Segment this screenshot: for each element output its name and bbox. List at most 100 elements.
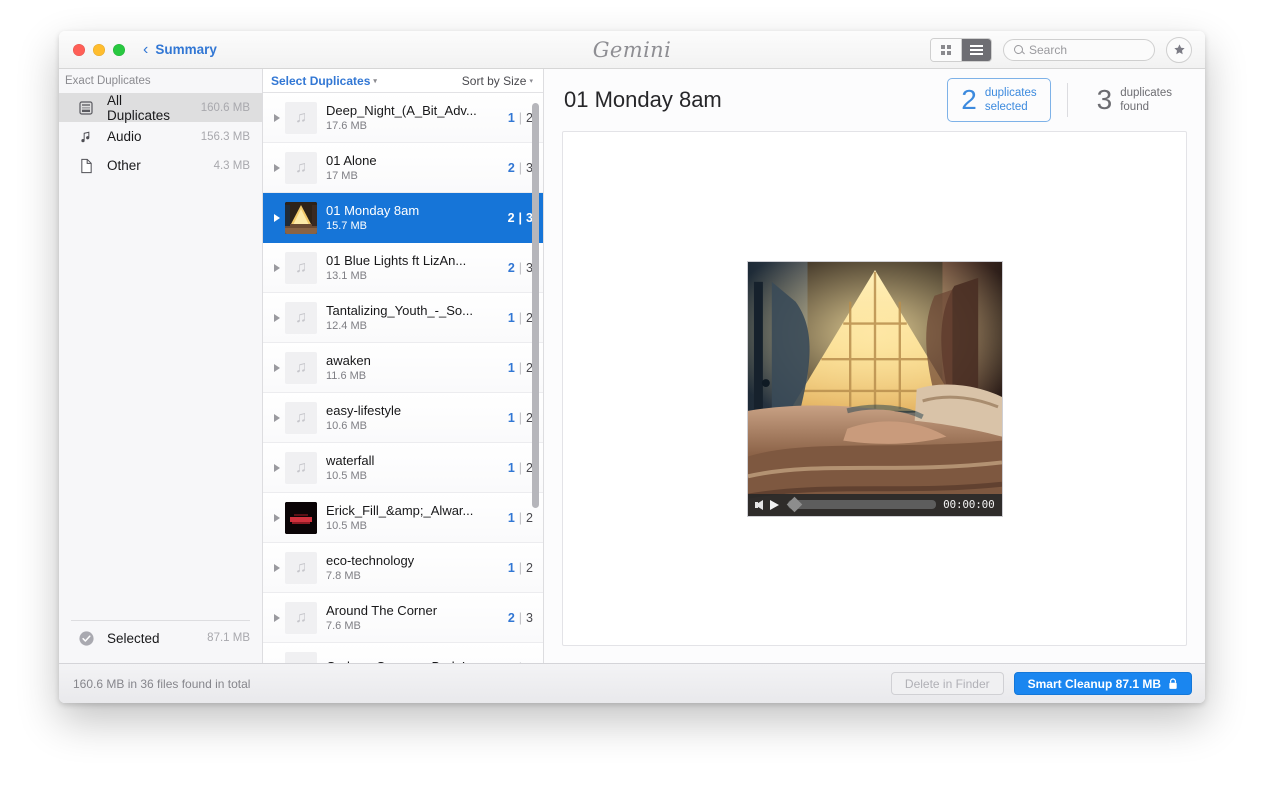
sort-label: Sort by Size (461, 73, 527, 88)
music-note-icon: ♫ (295, 358, 307, 376)
list-item[interactable]: 01 Monday 8am 15.7 MB 2 | 3 (263, 193, 543, 243)
disclosure-triangle-icon[interactable] (269, 313, 285, 322)
sidebar-item-label: Other (107, 158, 141, 173)
list-item[interactable]: ♫ awaken 11.6 MB 1 | 2 (263, 343, 543, 393)
list-header: Select Duplicates ▾ Sort by Size ▾ (263, 69, 543, 93)
chip-line-1: duplicates (1120, 86, 1172, 99)
file-thumbnail: ♫ (285, 301, 317, 334)
duplicate-counts: 2 | 3 (508, 611, 533, 625)
favorites-button[interactable] (1166, 36, 1192, 63)
grid-view-button[interactable] (931, 38, 961, 61)
file-name: easy-lifestyle (326, 403, 402, 418)
minimize-window-button[interactable] (93, 43, 105, 56)
maximize-window-button[interactable] (113, 43, 125, 56)
file-name: 01 Alone (326, 153, 377, 168)
file-name: Tantalizing_Youth_-_So... (326, 303, 473, 318)
speaker-mute-icon[interactable] (754, 499, 763, 510)
list-item[interactable]: ♫ Around The Corner 7.6 MB 2 | 3 (263, 593, 543, 643)
music-note-icon: ♫ (295, 608, 307, 626)
chip-divider (1066, 83, 1068, 117)
sidebar-item-selected[interactable]: Selected 87.1 MB (59, 621, 262, 655)
list-item[interactable]: ♫ eco-technology 7.8 MB 1 | 2 (263, 543, 543, 593)
file-name: waterfall (326, 453, 375, 468)
file-thumbnail: ♫ (285, 151, 317, 184)
disclosure-triangle-icon[interactable] (269, 463, 285, 472)
file-thumbnail: ♫ (285, 351, 317, 384)
list-item[interactable]: ♫ waterfall 10.5 MB 1 | 2 (263, 443, 543, 493)
total-count: 3 (526, 610, 533, 625)
duplicates-selected-label: duplicates selected (985, 86, 1037, 115)
list-item[interactable]: ♫ Deep_Night_(A_Bit_Adv... 17.6 MB 1 | 2 (263, 93, 543, 143)
check-circle-icon (77, 629, 95, 647)
sidebar-item-other[interactable]: Other 4.3 MB (59, 151, 262, 180)
disclosure-triangle-icon[interactable] (269, 413, 285, 422)
duplicates-selected-chip[interactable]: 2 duplicates selected (947, 77, 1051, 123)
search-field[interactable] (1003, 38, 1155, 61)
sidebar-item-label: All Duplicates (107, 92, 171, 123)
total-count: 2 (526, 510, 533, 525)
list-item[interactable]: ♫ Tantalizing_Youth_-_So... 12.4 MB 1 | … (263, 293, 543, 343)
disclosure-triangle-icon[interactable] (269, 363, 285, 372)
disclosure-triangle-icon[interactable] (269, 613, 285, 622)
count-separator: | (518, 510, 523, 525)
sort-menu[interactable]: Sort by Size ▾ (462, 74, 533, 88)
list-item[interactable]: ♫ 01 Alone 17 MB 2 | 3 (263, 143, 543, 193)
back-to-summary-button[interactable]: ‹ Summary (143, 41, 217, 58)
file-size: 11.6 MB (326, 370, 367, 382)
selected-count: 2 (507, 160, 515, 175)
list-item[interactable]: ♫ easy-lifestyle 10.6 MB 1 | 2 (263, 393, 543, 443)
list-item[interactable]: Erick_Fill_&amp;_Alwar... 10.5 MB 1 | 2 (263, 493, 543, 543)
close-window-button[interactable] (73, 43, 85, 56)
search-input[interactable] (1029, 42, 1144, 57)
duplicate-counts: 1 | 2 (508, 361, 533, 375)
duplicate-counts: 1 | 2 (508, 661, 533, 664)
disclosure-triangle-icon[interactable] (269, 213, 285, 222)
sidebar-item-size: 160.6 MB (200, 101, 250, 114)
count-separator: | (518, 310, 523, 325)
file-info: Tantalizing_Youth_-_So... 12.4 MB (326, 303, 508, 332)
smart-cleanup-button[interactable]: Smart Cleanup 87.1 MB (1013, 672, 1192, 695)
file-info: Carbon_Casca_-_Bad_L... (326, 659, 508, 663)
sidebar-item-audio[interactable]: Audio 156.3 MB (59, 122, 262, 151)
disclosure-triangle-icon[interactable] (269, 113, 285, 122)
disclosure-triangle-icon[interactable] (269, 263, 285, 272)
disclosure-triangle-icon[interactable] (269, 163, 285, 172)
file-name: 01 Blue Lights ft LizAn... (326, 253, 467, 268)
file-size: 10.5 MB (326, 470, 367, 482)
file-thumbnail: ♫ (285, 651, 317, 663)
list-item[interactable]: ♫ 01 Blue Lights ft LizAn... 13.1 MB 2 |… (263, 243, 543, 293)
music-note-icon: ♫ (295, 558, 307, 576)
select-duplicates-menu[interactable]: Select Duplicates ▾ (271, 74, 377, 88)
duplicates-found-label: duplicates found (1120, 86, 1172, 115)
artwork-bedroom-window (747, 261, 1002, 516)
disclosure-triangle-icon[interactable] (269, 513, 285, 522)
disclosure-triangle-icon[interactable] (269, 563, 285, 572)
file-info: 01 Monday 8am 15.7 MB (326, 203, 508, 232)
document-icon (77, 157, 95, 175)
list-scrollbar[interactable] (532, 103, 539, 508)
sidebar-item-size: 87.1 MB (207, 632, 250, 644)
list-view-button[interactable] (961, 38, 991, 61)
page-title: 01 Monday 8am (564, 87, 722, 112)
search-icon (1014, 45, 1023, 54)
file-thumbnail: ♫ (285, 601, 317, 634)
play-icon[interactable] (769, 499, 779, 510)
artwork-bedroom-thumbnail (285, 201, 317, 234)
file-info: Erick_Fill_&amp;_Alwar... 10.5 MB (326, 503, 508, 532)
duplicate-counts: 1 | 2 (508, 411, 533, 425)
delete-in-finder-button[interactable]: Delete in Finder (890, 672, 1004, 695)
list-item[interactable]: ♫ Carbon_Casca_-_Bad_L... 1 | 2 (263, 643, 543, 663)
count-separator: | (518, 460, 523, 475)
playback-scrubber[interactable] (786, 496, 937, 512)
sidebar-item-all-duplicates[interactable]: All Duplicates 160.6 MB (59, 92, 262, 123)
sidebar-item-label: Selected (107, 630, 160, 646)
media-player[interactable]: 00:00:00 (746, 260, 1003, 517)
file-info: awaken 11.6 MB (326, 353, 508, 382)
duplicates-icon (77, 99, 95, 117)
file-size: 13.1 MB (326, 270, 367, 282)
scrubber-handle[interactable] (786, 496, 802, 512)
music-note-icon: ♫ (295, 158, 307, 176)
selected-count: 1 (507, 360, 515, 375)
duplicate-list-scroll-area[interactable]: ♫ Deep_Night_(A_Bit_Adv... 17.6 MB 1 | 2… (263, 93, 543, 663)
